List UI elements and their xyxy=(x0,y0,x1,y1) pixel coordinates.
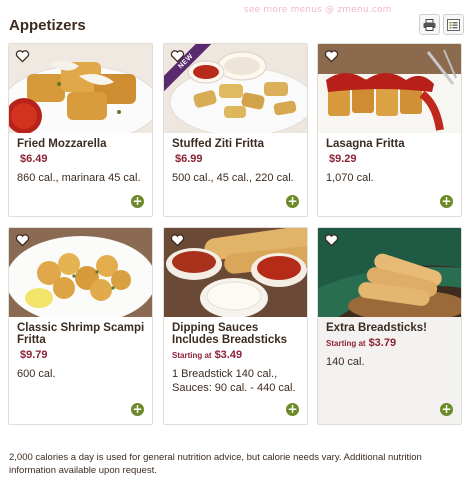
list-icon xyxy=(447,18,460,31)
list-button[interactable] xyxy=(443,14,464,35)
item-price-row: $9.79 xyxy=(17,349,146,361)
item-name: Fried Mozzarella xyxy=(17,138,107,150)
nutrition-footnote: 2,000 calories a day is used for general… xyxy=(9,452,422,476)
menu-card-shrimp-scampi-fritta[interactable]: Classic Shrimp Scampi Fritta $9.79 600 c… xyxy=(8,227,153,425)
item-price: $3.79 xyxy=(368,337,397,349)
item-photo xyxy=(318,44,461,133)
item-calories: 1 Breadstick 140 cal., Sauces: 90 cal. -… xyxy=(172,368,296,394)
print-button[interactable] xyxy=(419,14,440,35)
menu-card-extra-breadsticks[interactable]: Extra Breadsticks! Starting at $3.79 140 … xyxy=(317,227,462,425)
heart-icon[interactable] xyxy=(15,49,30,63)
item-price: $3.49 xyxy=(214,349,243,361)
item-price: $9.29 xyxy=(329,153,357,165)
add-to-order-button[interactable]: + xyxy=(286,195,299,208)
menu-card-dipping-sauces[interactable]: Dipping Sauces Includes Breadsticks Star… xyxy=(163,227,308,425)
heart-icon[interactable] xyxy=(15,233,30,247)
item-price-row: Starting at $3.79 xyxy=(326,337,455,349)
item-name: Dipping Sauces Includes Breadsticks xyxy=(172,322,288,346)
item-price: $6.49 xyxy=(20,153,48,165)
heart-icon[interactable] xyxy=(170,233,185,247)
item-price-row: $6.99 xyxy=(172,153,301,165)
heart-icon[interactable] xyxy=(170,49,185,63)
menu-card-stuffed-ziti-fritta[interactable]: NEW Stuffed Ziti Fritta $6.99 500 cal., … xyxy=(163,43,308,217)
item-name: Lasagna Fritta xyxy=(326,138,405,150)
add-to-order-button[interactable]: + xyxy=(131,195,144,208)
printer-icon xyxy=(423,18,436,31)
item-price: $6.99 xyxy=(175,153,203,165)
add-to-order-button[interactable]: + xyxy=(131,403,144,416)
item-photo xyxy=(9,44,152,133)
item-calories: 600 cal. xyxy=(17,368,56,380)
add-to-order-button[interactable]: + xyxy=(286,403,299,416)
menu-card-fried-mozzarella[interactable]: Fried Mozzarella $6.49 860 cal., marinar… xyxy=(8,43,153,217)
menu-card-lasagna-fritta[interactable]: Lasagna Fritta $9.29 1,070 cal. + xyxy=(317,43,462,217)
heart-icon[interactable] xyxy=(324,233,339,247)
item-calories: 140 cal. xyxy=(326,356,365,368)
item-price-row: $9.29 xyxy=(326,153,455,165)
item-photo xyxy=(164,228,307,317)
item-name: Stuffed Ziti Fritta xyxy=(172,138,264,150)
add-to-order-button[interactable]: + xyxy=(440,195,453,208)
header: Appetizers xyxy=(9,14,464,40)
item-price-row: Starting at $3.49 xyxy=(172,349,301,361)
item-photo xyxy=(318,228,461,317)
price-prefix: Starting at xyxy=(172,351,212,360)
price-prefix: Starting at xyxy=(326,339,366,348)
heart-icon[interactable] xyxy=(324,49,339,63)
item-price-row: $6.49 xyxy=(17,153,146,165)
add-to-order-button[interactable]: + xyxy=(440,403,453,416)
item-name: Extra Breadsticks! xyxy=(326,322,427,334)
item-photo xyxy=(9,228,152,317)
page-title: Appetizers xyxy=(9,17,86,34)
item-name: Classic Shrimp Scampi Fritta xyxy=(17,322,145,346)
item-calories: 1,070 cal. xyxy=(326,172,374,184)
item-price: $9.79 xyxy=(20,349,48,361)
item-calories: 860 cal., marinara 45 cal. xyxy=(17,172,141,184)
item-calories: 500 cal., 45 cal., 220 cal. xyxy=(172,172,294,184)
